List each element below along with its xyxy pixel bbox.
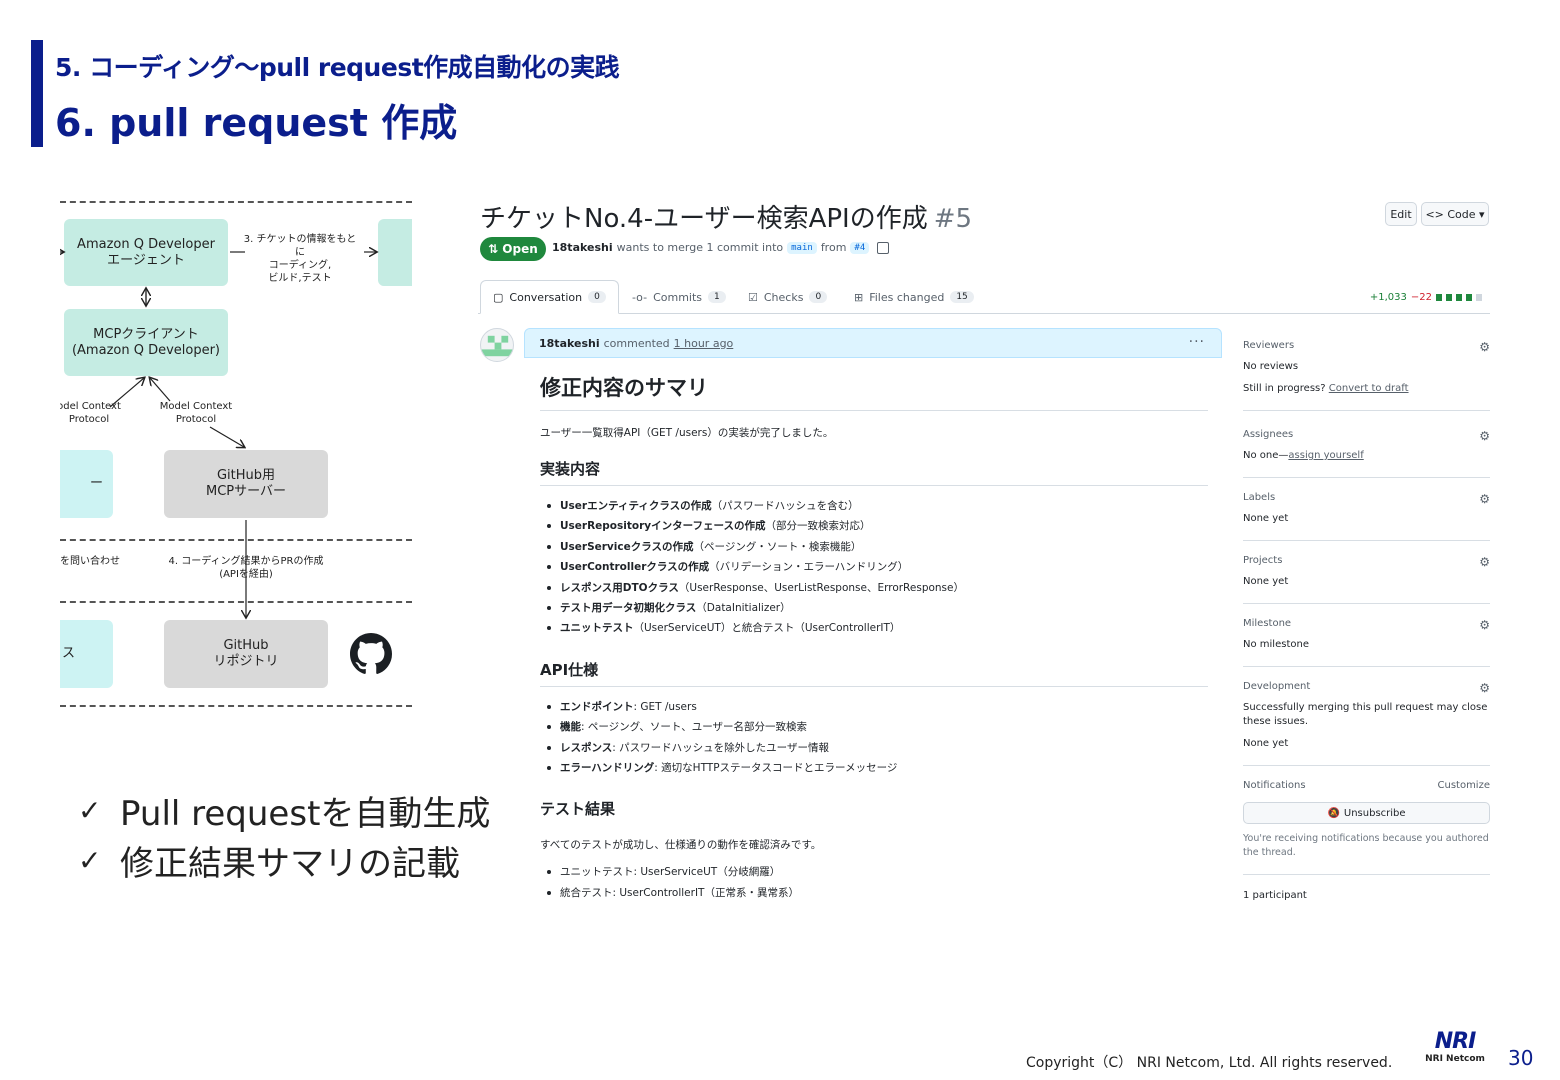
sidebar-notifications: Notifications Customize 🔕 Unsubscribe Yo… bbox=[1243, 780, 1490, 875]
page-number: 30 bbox=[1508, 1046, 1534, 1070]
tab-commits[interactable]: -o- Commits 1 bbox=[620, 280, 738, 314]
gear-icon[interactable]: ⚙ bbox=[1479, 681, 1490, 695]
head-branch[interactable]: #4 bbox=[850, 241, 870, 254]
copyright: Copyright（C） NRI Netcom, Ltd. All rights… bbox=[1026, 1055, 1393, 1071]
list-item: エラーハンドリング: 適切なHTTPステータスコードとエラーメッセージ bbox=[540, 760, 1208, 780]
title-accent-bar bbox=[31, 40, 43, 147]
pr-sidebar: Reviewers ⚙ No reviews Still in progress… bbox=[1243, 340, 1490, 903]
list-item: UserRepositoryインターフェースの作成（部分一致検索対応） bbox=[540, 518, 1208, 538]
unsubscribe-button[interactable]: 🔕 Unsubscribe bbox=[1243, 802, 1490, 824]
list-item: 機能: ページング、ソート、ユーザー名部分一致検索 bbox=[540, 719, 1208, 739]
tab-conversation[interactable]: ▢ Conversation 0 bbox=[480, 280, 619, 314]
pr-number: #5 bbox=[933, 204, 973, 234]
logo-text: NRI Netcom bbox=[1425, 1054, 1485, 1064]
feature-bullets: ✓ Pull requestを自動生成 ✓ 修正結果サマリの記載 bbox=[78, 785, 490, 885]
code-button[interactable]: <> Code ▾ bbox=[1421, 202, 1489, 226]
bullet-item: ✓ Pull requestを自動生成 bbox=[78, 785, 490, 835]
base-branch[interactable]: main bbox=[787, 241, 817, 254]
copy-icon[interactable] bbox=[877, 241, 890, 254]
deletions-count: −22 bbox=[1410, 292, 1432, 303]
bell-slash-icon: 🔕 bbox=[1327, 807, 1340, 819]
pr-comment: 18takeshi commented 1 hour ago ··· 修正内容の… bbox=[524, 328, 1222, 918]
diff-stat: +1,033 −22 bbox=[1370, 292, 1482, 303]
edit-button[interactable]: Edit bbox=[1385, 202, 1417, 226]
pr-tabs: ▢ Conversation 0 -o- Commits 1 ☑ Checks … bbox=[478, 280, 1490, 314]
architecture-diagram: Amazon Q Developer エージェント MCPクライアント (Ama… bbox=[60, 195, 412, 715]
gear-icon[interactable]: ⚙ bbox=[1479, 429, 1490, 443]
customize-link[interactable]: Customize bbox=[1438, 780, 1491, 791]
pr-title-text: チケットNo.4-ユーザー検索APIの作成 bbox=[480, 204, 928, 234]
more-options-icon[interactable]: ··· bbox=[1189, 334, 1205, 350]
commit-icon: -o- bbox=[632, 290, 648, 304]
sidebar-projects: Projects ⚙ None yet bbox=[1243, 555, 1490, 604]
list-item: テスト用データ初期化クラス（DataInitializer） bbox=[540, 600, 1208, 620]
sidebar-labels: Labels ⚙ None yet bbox=[1243, 492, 1490, 541]
nri-logo: NRI NRI Netcom bbox=[1422, 1029, 1488, 1065]
comment-icon: ▢ bbox=[493, 290, 504, 304]
sidebar-milestone: Milestone ⚙ No milestone bbox=[1243, 618, 1490, 667]
participants-count: 1 participant bbox=[1243, 890, 1307, 901]
heading-implementation: 実装内容 bbox=[540, 458, 1208, 486]
list-item: Userエンティティクラスの作成（パスワードハッシュを含む） bbox=[540, 498, 1208, 518]
assign-yourself-link[interactable]: assign yourself bbox=[1288, 450, 1363, 461]
bullet-text: Pull requestを自動生成 bbox=[120, 793, 491, 834]
pr-title: チケットNo.4-ユーザー検索APIの作成 #5 bbox=[480, 198, 972, 235]
api-list: エンドポイント: GET /users 機能: ページング、ソート、ユーザー名部… bbox=[540, 699, 1208, 781]
checkmark-icon: ✓ bbox=[78, 843, 102, 877]
gear-icon[interactable]: ⚙ bbox=[1479, 555, 1490, 569]
list-item: レスポンス用DTOクラス（UserResponse、UserListRespon… bbox=[540, 580, 1208, 600]
tab-checks[interactable]: ☑ Checks 0 bbox=[736, 280, 839, 314]
file-diff-icon: ⊞ bbox=[854, 290, 864, 304]
avatar[interactable] bbox=[480, 328, 514, 362]
tab-files-changed[interactable]: ⊞ Files changed 15 bbox=[842, 280, 986, 314]
sidebar-development: Development ⚙ Successfully merging this … bbox=[1243, 681, 1490, 766]
summary-text: ユーザー一覧取得API（GET /users）の実装が完了しました。 bbox=[540, 427, 834, 439]
github-logo-icon bbox=[350, 633, 392, 674]
comment-header: 18takeshi commented 1 hour ago ··· bbox=[524, 328, 1222, 358]
test-text: すべてのテストが成功し、仕様通りの動作を確認済みです。 bbox=[540, 839, 822, 852]
pr-author[interactable]: 18takeshi bbox=[552, 241, 613, 254]
list-item: 統合テスト: UserControllerIT（正常系・異常系） bbox=[540, 885, 1208, 905]
checks-icon: ☑ bbox=[748, 290, 758, 304]
convert-to-draft-link[interactable]: Convert to draft bbox=[1329, 383, 1409, 394]
section-subtitle: 5. コーディング～pull request作成自動化の実践 bbox=[55, 53, 620, 82]
comment-time[interactable]: 1 hour ago bbox=[674, 337, 734, 350]
status-badge: ⇅ Open bbox=[480, 237, 546, 261]
pr-meta: 18takeshi wants to merge 1 commit into m… bbox=[552, 241, 890, 254]
list-item: UserServiceクラスの作成（ページング・ソート・検索機能） bbox=[540, 539, 1208, 559]
sidebar-reviewers: Reviewers ⚙ No reviews Still in progress… bbox=[1243, 340, 1490, 411]
gear-icon[interactable]: ⚙ bbox=[1479, 618, 1490, 632]
bullet-item: ✓ 修正結果サマリの記載 bbox=[78, 835, 490, 885]
implementation-list: Userエンティティクラスの作成（パスワードハッシュを含む） UserRepos… bbox=[540, 498, 1208, 641]
heading-test-results: テスト結果 bbox=[540, 800, 616, 819]
heading-api-spec: API仕様 bbox=[540, 659, 1208, 687]
comment-author[interactable]: 18takeshi bbox=[539, 337, 600, 350]
github-pr-screenshot: チケットNo.4-ユーザー検索APIの作成 #5 Edit <> Code ▾ ⇅… bbox=[478, 190, 1498, 920]
list-item: ユニットテスト（UserServiceUT）と統合テスト（UserControl… bbox=[540, 620, 1208, 640]
logo-mark: NRI bbox=[1434, 1029, 1477, 1054]
list-item: UserControllerクラスの作成（バリデーション・エラーハンドリング） bbox=[540, 559, 1208, 579]
list-item: レスポンス: パスワードハッシュを除外したユーザー情報 bbox=[540, 740, 1208, 760]
bullet-text: 修正結果サマリの記載 bbox=[120, 843, 460, 884]
list-item: エンドポイント: GET /users bbox=[540, 699, 1208, 719]
gear-icon[interactable]: ⚙ bbox=[1479, 340, 1490, 354]
gear-icon[interactable]: ⚙ bbox=[1479, 492, 1490, 506]
list-item: ユニットテスト: UserServiceUT（分岐網羅） bbox=[540, 864, 1208, 884]
comment-body: 修正内容のサマリ ユーザー一覧取得API（GET /users）の実装が完了しま… bbox=[524, 358, 1222, 905]
page-title: 6. pull request 作成 bbox=[55, 101, 458, 145]
checkmark-icon: ✓ bbox=[78, 793, 102, 827]
sidebar-assignees: Assignees ⚙ No one—assign yourself bbox=[1243, 429, 1490, 478]
additions-count: +1,033 bbox=[1369, 292, 1407, 303]
pull-request-icon: ⇅ bbox=[488, 242, 499, 256]
heading-summary: 修正内容のサマリ bbox=[540, 372, 1208, 411]
test-list: ユニットテスト: UserServiceUT（分岐網羅） 統合テスト: User… bbox=[540, 864, 1208, 905]
